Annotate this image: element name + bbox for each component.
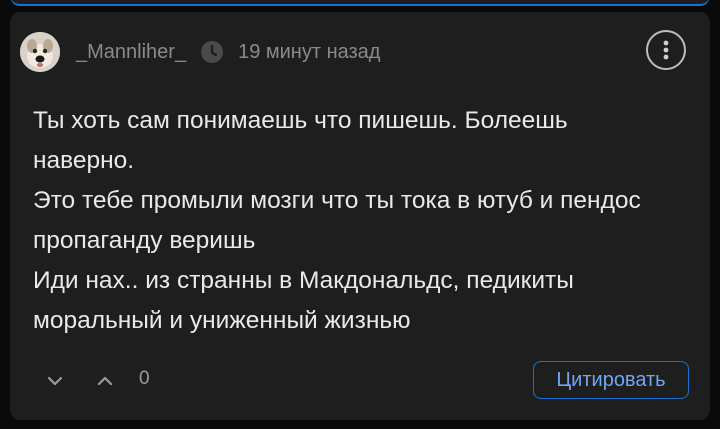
comment-line: Это тебе промыли мозги что ты тока в юту… xyxy=(33,187,641,214)
username[interactable]: _Mannliher_ xyxy=(76,41,186,64)
comment-line: Иди нах.. из странны в Макдональдс, педи… xyxy=(33,267,574,294)
vote-up-button[interactable] xyxy=(86,364,124,398)
comment-line: Ты хоть сам понимаешь что пишешь. Болееш… xyxy=(33,107,568,134)
clock-icon xyxy=(200,40,224,64)
comment-text: Ты хоть сам понимаешь что пишешь. Болееш… xyxy=(33,101,703,341)
comment-header: _Mannliher_ 19 минут назад xyxy=(20,30,380,74)
timestamp: 19 минут назад xyxy=(238,40,381,63)
vote-down-button[interactable] xyxy=(36,364,74,398)
chevron-up-icon xyxy=(97,376,113,386)
more-vertical-icon xyxy=(663,40,669,60)
comment-line: моральный и униженный жизнью xyxy=(33,307,411,334)
chevron-down-icon xyxy=(47,376,63,386)
quote-button[interactable]: Цитировать xyxy=(533,361,689,399)
previous-comment-card-edge xyxy=(10,0,710,6)
comment-line: наверно. xyxy=(33,147,135,174)
vote-count: 0 xyxy=(139,368,150,389)
avatar[interactable] xyxy=(20,32,60,72)
comment-line: пропаганду веришь xyxy=(33,227,256,254)
more-options-button[interactable] xyxy=(646,30,686,70)
